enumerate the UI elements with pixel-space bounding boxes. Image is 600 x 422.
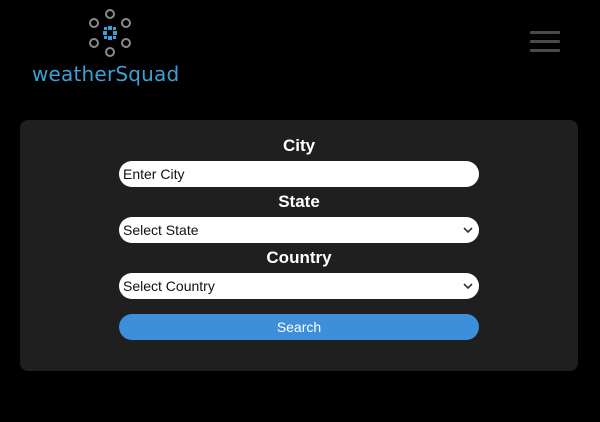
logo-text: weatherSquad: [32, 62, 180, 86]
weathersquad-logo-icon: [89, 9, 131, 57]
search-panel: City Enter City State Select State Count…: [20, 120, 578, 371]
search-button[interactable]: Search: [119, 314, 479, 340]
logo[interactable]: weatherSquad: [32, 8, 192, 88]
city-input[interactable]: Enter City: [119, 161, 479, 187]
city-label: City: [282, 136, 316, 155]
chevron-down-icon: [463, 283, 473, 290]
hamburger-menu-icon[interactable]: [526, 26, 564, 58]
country-select[interactable]: Select Country: [119, 273, 479, 299]
chevron-down-icon: [463, 227, 473, 234]
city-input-placeholder: Enter City: [123, 166, 185, 182]
state-select-value: Select State: [123, 222, 199, 238]
state-label: State: [278, 192, 320, 211]
country-select-value: Select Country: [123, 278, 215, 294]
country-label: Country: [266, 248, 332, 267]
state-select[interactable]: Select State: [119, 217, 479, 243]
header: weatherSquad: [0, 0, 600, 100]
